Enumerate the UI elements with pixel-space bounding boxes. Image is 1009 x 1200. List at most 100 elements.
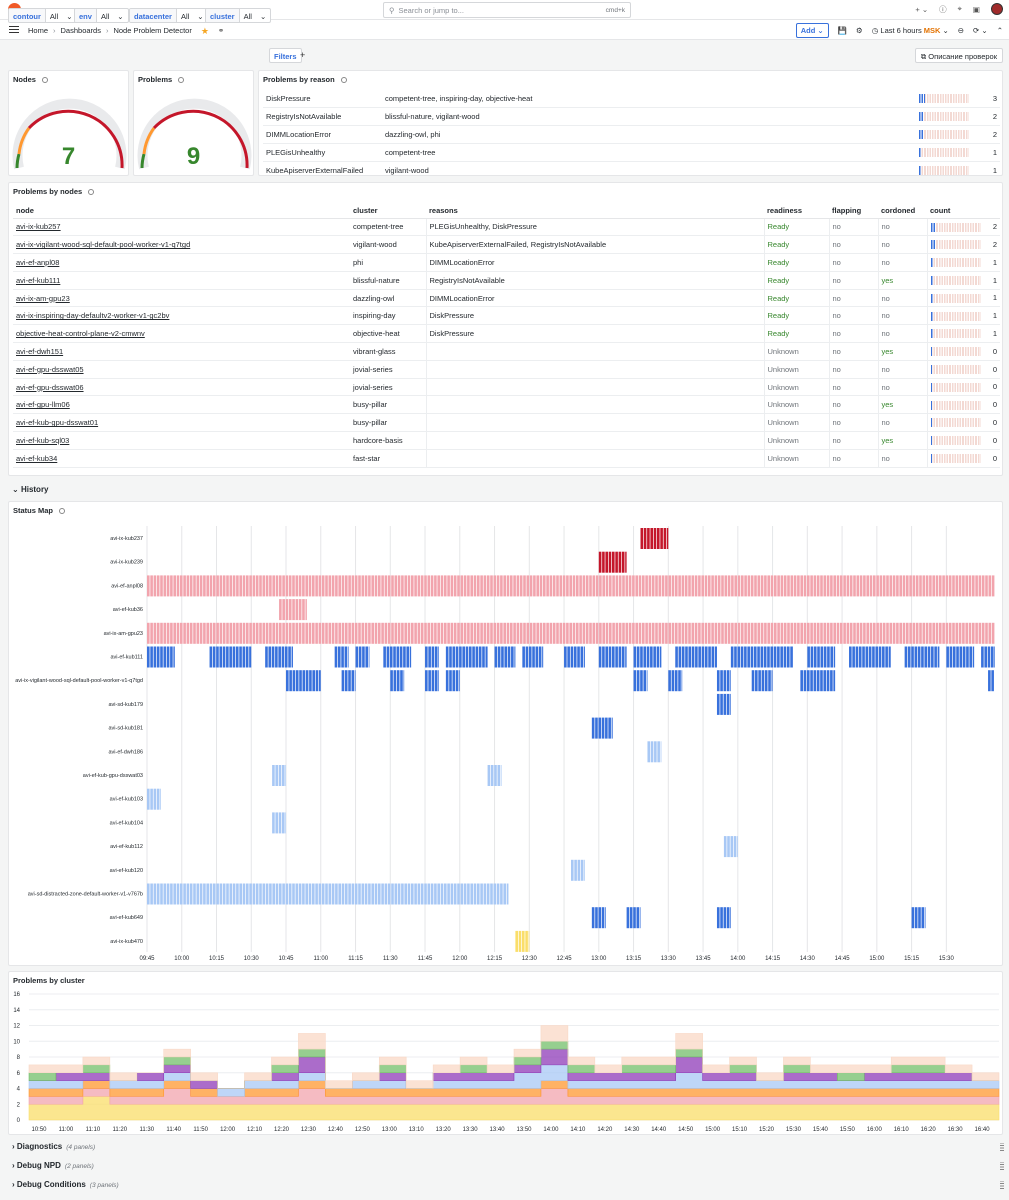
history-row-toggle[interactable]: ⌄ History [12,485,49,494]
rss-icon[interactable]: ⌖ [958,4,962,14]
status-cell [830,646,834,668]
status-cell [771,670,773,692]
zoom-out-icon[interactable]: ⊖ [958,26,964,35]
status-cell [381,883,384,905]
drag-handle-icon[interactable] [1000,1143,1004,1151]
status-cell [480,883,483,905]
status-cell [452,670,456,692]
node-flapping: no [829,253,879,272]
add-filter-plus-icon[interactable]: + [300,50,305,60]
filters-button[interactable]: Filters [269,48,302,63]
status-cell [378,622,381,644]
status-cell [562,622,566,644]
status-cell [790,575,794,597]
reason-bar-fill [919,165,921,175]
node-reasons: PLEGisUnhealthy, DiskPressure [426,218,765,237]
status-cell [787,622,790,644]
news-icon[interactable]: ▣ [973,5,980,14]
column-header[interactable]: flapping [829,203,878,219]
status-cell [189,575,193,597]
node-link[interactable]: avi-ix-kub257 [13,218,350,237]
variable-cluster[interactable]: cluster All ⌄ [205,8,272,23]
status-cell [681,646,685,668]
column-header[interactable]: node [13,203,350,219]
column-header[interactable]: count [927,203,1000,219]
crumb-home[interactable]: Home [28,26,48,37]
status-cell [390,670,393,692]
node-link[interactable]: avi-ef-kub-gpu-dsswat01 [13,413,350,433]
refresh-icon[interactable]: ⟳ ⌄ [973,26,988,35]
x-tick-label: 15:00 [705,1127,721,1133]
node-cluster: dazzling-owl [350,289,427,308]
status-cell [879,622,883,644]
search-placeholder: Search or jump to... [398,5,464,15]
search-input[interactable]: ⚲ Search or jump to... cmd+k [383,2,631,18]
status-cell [453,575,457,597]
node-link[interactable]: objective-heat-control-plane-v2-cmwnv [13,324,350,344]
save-icon[interactable]: 💾 [838,26,847,35]
diagnostics-row-toggle[interactable]: › Diagnostics (4 panels) [12,1142,95,1151]
drag-handle-icon[interactable] [1000,1181,1004,1189]
variable-contour[interactable]: contour All ⌄ [8,8,78,23]
debug-npd-row-toggle[interactable]: › Debug NPD (2 panels) [12,1161,94,1170]
description-button[interactable]: ⧉ Описание проверок [914,48,1003,63]
variable-datacenter[interactable]: datacenter All ⌄ [129,8,209,23]
node-link[interactable]: avi-ix-inspiring-day-defaultv2-worker-v1… [13,306,350,326]
node-link[interactable]: avi-ef-dwh151 [13,342,350,361]
node-link[interactable]: avi-ef-kub34 [13,449,350,468]
status-cell [618,646,622,668]
node-link[interactable]: avi-ix-am-gpu23 [13,289,350,308]
status-row-label: avi-sd-distracted-zone-default-worker-v1… [28,892,143,898]
add-button[interactable]: Add ⌄ [795,23,829,38]
menu-icon[interactable] [9,26,19,33]
status-cell [638,622,642,644]
status-cell [826,670,830,692]
info-icon[interactable] [88,189,95,195]
reason-count: 2 [986,107,1000,127]
status-cell [430,575,434,597]
status-cell [470,575,473,597]
column-header[interactable]: readiness [764,203,829,219]
node-link[interactable]: avi-ef-kub111 [13,271,350,290]
node-link[interactable]: avi-ix-vigilant-wood-sql-default-pool-wo… [13,235,350,255]
debug-conditions-row-toggle[interactable]: › Debug Conditions (3 panels) [12,1180,119,1189]
status-cell [730,646,734,668]
node-link[interactable]: avi-ef-gpu-dsswat06 [13,378,350,397]
avatar[interactable] [991,3,1003,15]
status-cell [737,622,741,644]
column-header[interactable]: cordoned [878,203,927,219]
status-cell [176,575,180,597]
column-header[interactable]: reasons [426,203,764,219]
status-cell [807,646,810,668]
status-cell [526,622,530,644]
column-header[interactable]: cluster [350,203,426,219]
status-cell [147,646,150,668]
node-link[interactable]: avi-ef-gpu-llm06 [13,395,350,415]
help-icon[interactable]: ⓘ [939,4,947,15]
status-cell [325,575,328,597]
status-cell [381,575,384,597]
status-row-label: avi-sd-kub181 [108,726,143,732]
status-cell [622,575,625,597]
time-picker[interactable]: ◷ Last 6 hours MSK ⌄ [872,26,949,35]
variable-env[interactable]: env All ⌄ [74,8,129,23]
new-plus-icon[interactable]: + ⌄ [915,5,928,14]
info-icon[interactable] [340,77,347,83]
collapse-chevron-icon[interactable]: ⌃ [997,26,1003,35]
cluster-area-chart: 0 2 4 6 8 10 12 14 16 10:50 11:00 11:10 11:20 11:30 11… [13,992,1000,1133]
drag-handle-icon[interactable] [1000,1162,1004,1170]
crumb-dashboards[interactable]: Dashboards [61,26,101,37]
status-cell [229,646,232,668]
node-link[interactable]: avi-ef-gpu-dsswat05 [13,360,350,379]
node-link[interactable]: avi-ef-anpl08 [13,253,350,272]
status-cell [987,646,991,668]
settings-gear-icon[interactable]: ⚙ [856,26,863,35]
table-row: avi-ef-anpl08 phi DIMMLocationError Ready no… [13,253,1000,272]
node-bar-fill [930,365,932,375]
node-link[interactable]: avi-ef-kub-sql03 [13,431,350,450]
star-icon[interactable]: ★ [201,26,209,37]
status-cell [876,622,879,644]
share-icon[interactable]: ⚭ [218,26,224,37]
status-cell [985,622,988,644]
status-cell [962,575,965,597]
